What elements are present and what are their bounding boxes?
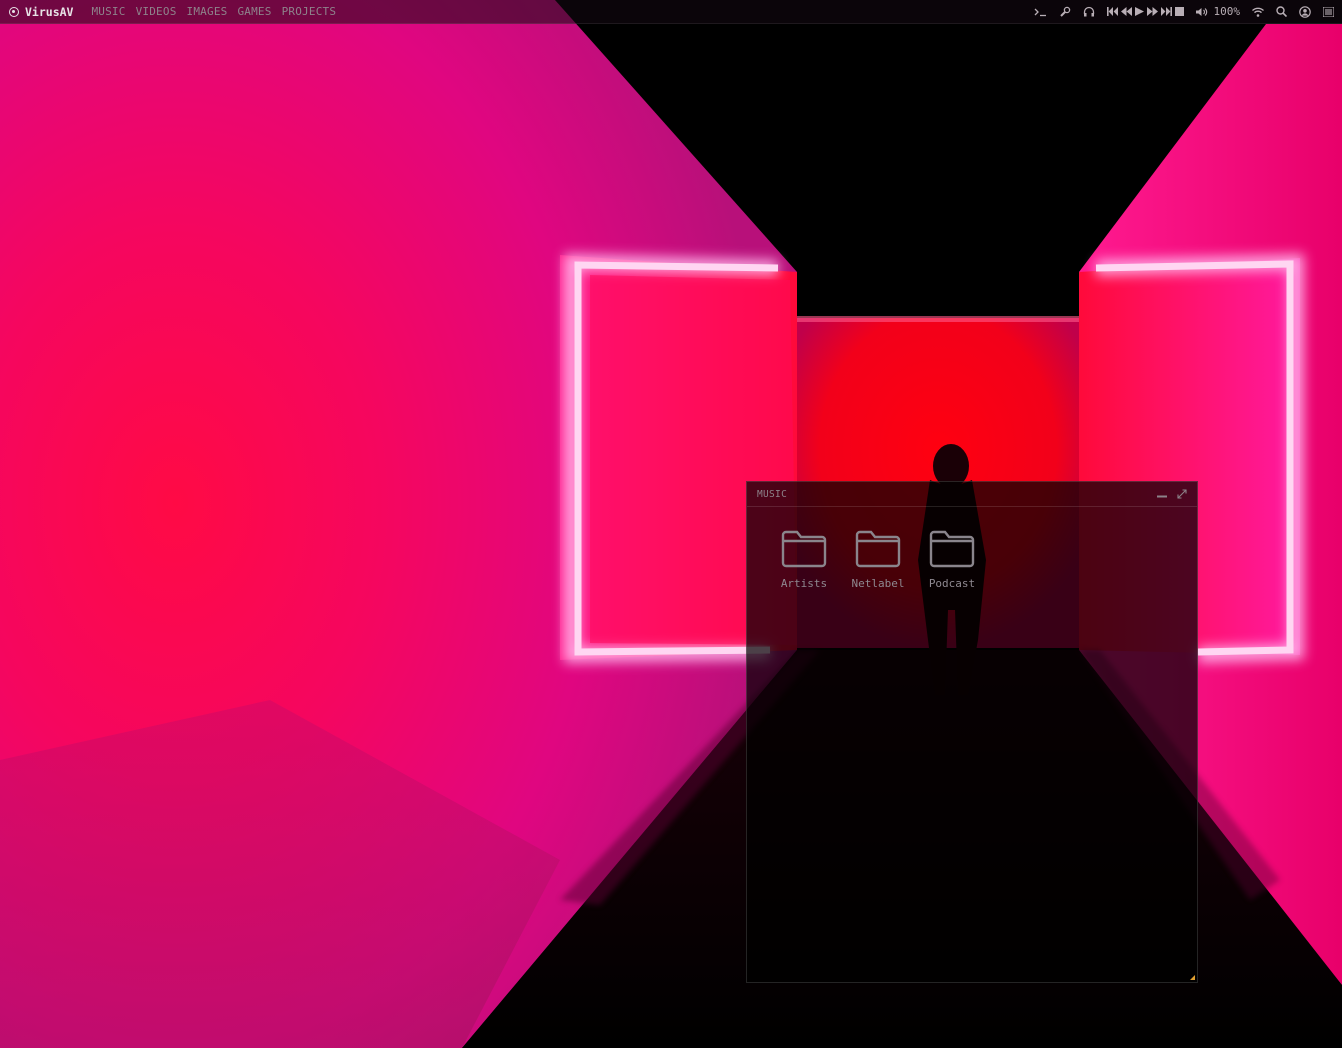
skip-back-icon[interactable] <box>1106 7 1118 16</box>
resize-handle[interactable] <box>1190 975 1195 980</box>
minimize-icon[interactable] <box>1157 490 1167 498</box>
folder-label: Artists <box>780 577 828 590</box>
folder-label: Podcast <box>928 577 976 590</box>
play-icon[interactable] <box>1134 7 1144 16</box>
folder-grid: Artists Netlabel Podcast <box>747 507 1197 590</box>
window-titlebar[interactable]: MUSIC <box>747 482 1197 507</box>
rewind-icon[interactable] <box>1120 7 1132 16</box>
folder-icon <box>855 530 901 568</box>
folder-icon <box>781 530 827 568</box>
main-menu: MUSIC VIDEOS IMAGES GAMES PROJECTS <box>91 5 346 18</box>
folder-netlabel[interactable]: Netlabel <box>841 529 915 590</box>
volume-icon[interactable]: 100% <box>1195 0 1241 24</box>
brand-name: VirusAV <box>25 4 74 19</box>
brand[interactable]: VirusAV <box>0 5 73 19</box>
search-icon[interactable] <box>1276 0 1287 24</box>
window-title: MUSIC <box>757 488 788 500</box>
menu-item-projects[interactable]: PROJECTS <box>282 5 337 18</box>
music-window: MUSIC Artists Netlabel Podcast <box>746 481 1198 983</box>
hamburger-icon[interactable] <box>1323 0 1334 24</box>
fast-forward-icon[interactable] <box>1146 7 1158 16</box>
window-controls <box>1157 489 1187 499</box>
system-tray: 100% <box>1022 0 1342 24</box>
menu-item-videos[interactable]: VIDEOS <box>136 5 177 18</box>
top-bar: VirusAV MUSIC VIDEOS IMAGES GAMES PROJEC… <box>0 0 1342 24</box>
volume-percent: 100% <box>1213 5 1241 18</box>
folder-artists[interactable]: Artists <box>767 529 841 590</box>
skip-forward-icon[interactable] <box>1160 7 1172 16</box>
folder-label: Netlabel <box>851 577 905 590</box>
folder-podcast[interactable]: Podcast <box>915 529 989 590</box>
headphones-icon[interactable] <box>1083 0 1095 24</box>
media-controls <box>1106 7 1184 16</box>
steam-icon[interactable] <box>1059 0 1071 24</box>
folder-icon <box>929 530 975 568</box>
user-icon[interactable] <box>1299 0 1311 24</box>
menu-item-music[interactable]: MUSIC <box>91 5 125 18</box>
logo-icon <box>9 6 19 17</box>
menu-item-images[interactable]: IMAGES <box>187 5 228 18</box>
terminal-icon[interactable] <box>1034 0 1047 24</box>
stop-icon[interactable] <box>1174 7 1184 16</box>
wifi-icon[interactable] <box>1252 0 1264 24</box>
menu-item-games[interactable]: GAMES <box>237 5 271 18</box>
maximize-icon[interactable] <box>1177 489 1187 499</box>
